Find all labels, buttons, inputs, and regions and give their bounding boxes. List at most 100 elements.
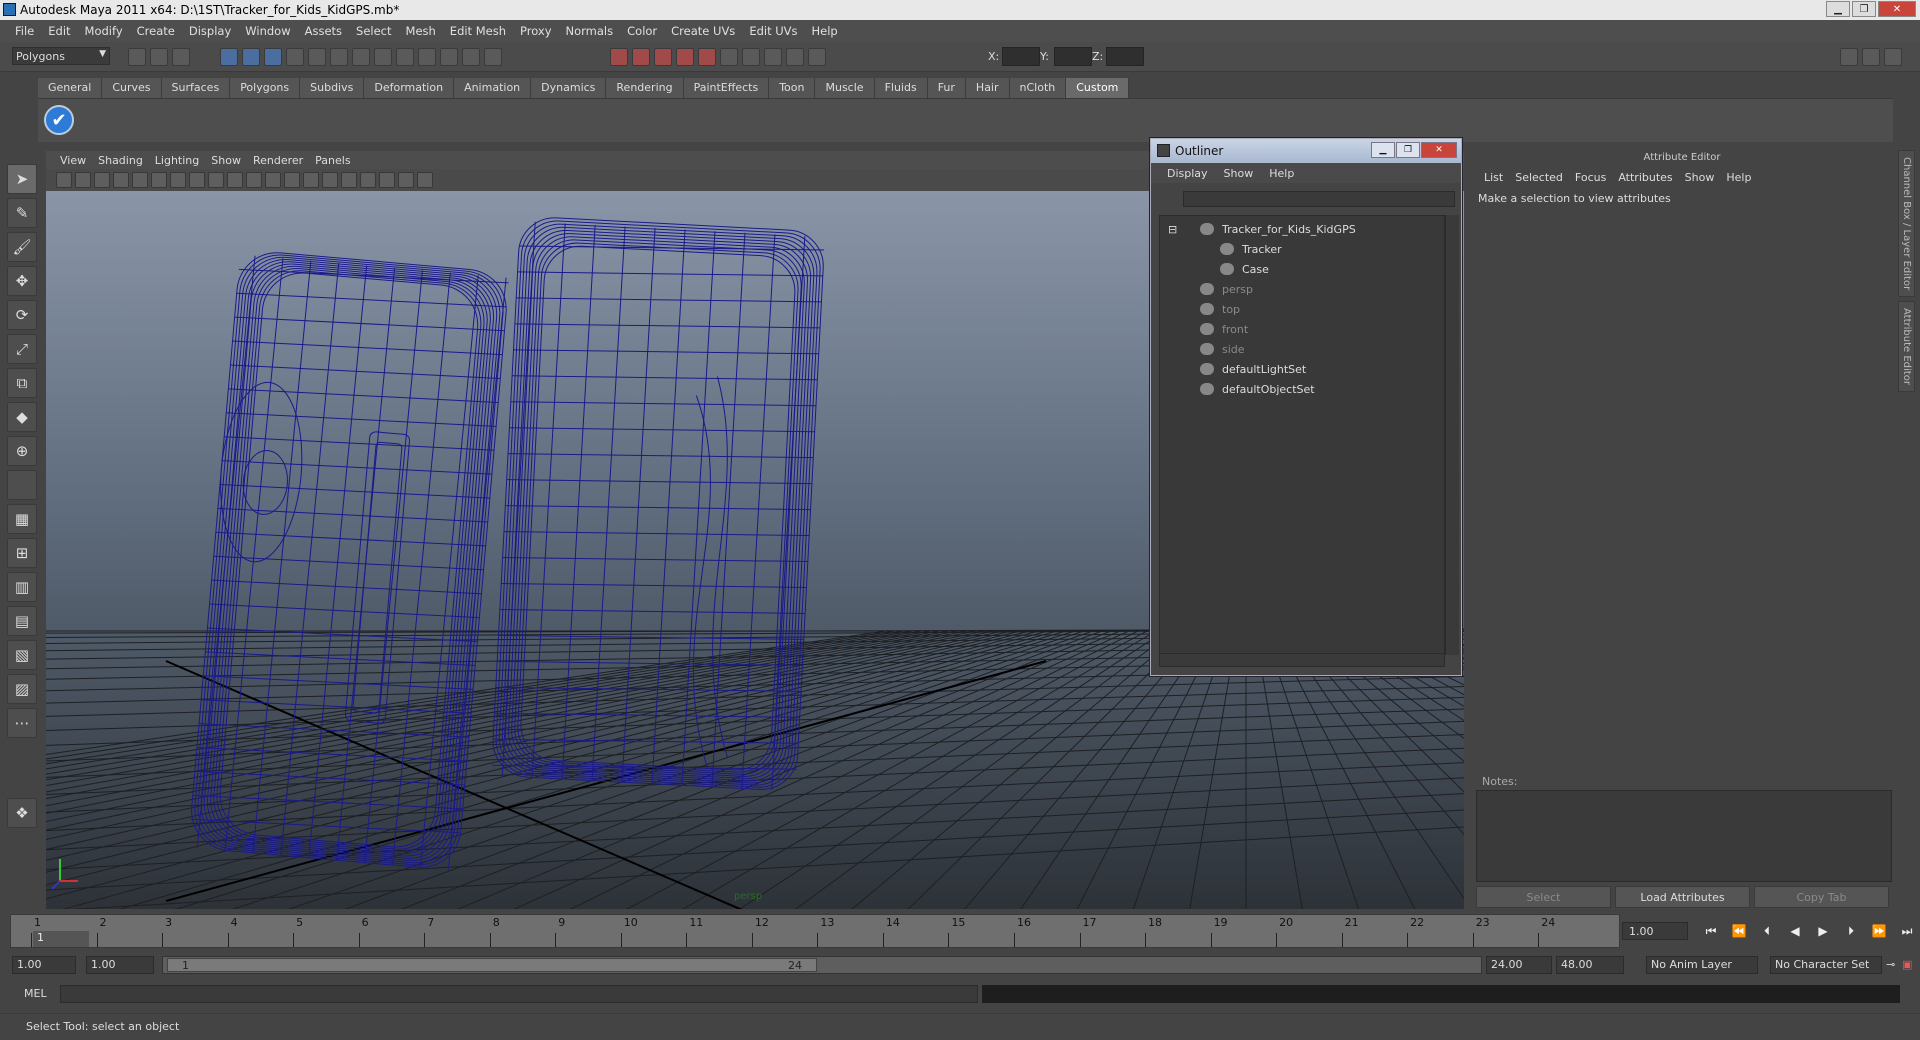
image-plane-icon[interactable] [113, 172, 129, 188]
step-forward-frame-icon[interactable]: ⏵ [1840, 922, 1862, 940]
menu-normals[interactable]: Normals [559, 24, 621, 38]
outliner-item[interactable]: Tracker [1220, 240, 1282, 258]
show-manip-icon[interactable]: ⊕ [7, 436, 37, 466]
shelf-tab-general[interactable]: General [38, 78, 103, 98]
outliner-vertical-scrollbar[interactable] [1445, 215, 1459, 655]
rotate-tool-icon[interactable]: ⟳ [7, 300, 37, 330]
attr-menu-focus[interactable]: Focus [1569, 171, 1612, 184]
maximize-button[interactable]: ❐ [1852, 1, 1876, 17]
viewport-menu-lighting[interactable]: Lighting [149, 154, 205, 167]
attribute-editor-tab[interactable]: Attribute Editor [1898, 301, 1915, 393]
outliner-item[interactable]: defaultObjectSet [1200, 380, 1315, 398]
time-slider[interactable]: 1 2 3 4 5 6 7 8 9 10 11 12 13 14 15 16 17 18 19 20 21 22 23 24 1 [10, 914, 1620, 948]
shadows-icon[interactable] [341, 172, 357, 188]
outliner-item[interactable]: Tracker_for_Kids_KidGPS [1200, 220, 1356, 238]
menu-assets[interactable]: Assets [298, 24, 349, 38]
attr-menu-list[interactable]: List [1478, 171, 1509, 184]
outliner-item[interactable]: Case [1220, 260, 1269, 278]
layout-options-icon[interactable]: ⋯ [7, 708, 37, 738]
outliner-menu-display[interactable]: Display [1159, 167, 1216, 180]
attr-menu-show[interactable]: Show [1679, 171, 1721, 184]
menu-edit-mesh[interactable]: Edit Mesh [443, 24, 513, 38]
key-icon[interactable]: ⊸ [1886, 958, 1895, 971]
outliner-item[interactable]: top [1200, 300, 1240, 318]
close-button[interactable]: ✕ [1878, 1, 1916, 17]
universal-manip-icon[interactable]: ⧉ [7, 368, 37, 398]
character-set-dropdown[interactable]: No Character Set [1770, 956, 1882, 974]
snap-plane-icon[interactable] [374, 48, 392, 66]
outliner-item[interactable]: side [1200, 340, 1245, 358]
x-coord-field[interactable] [1002, 47, 1040, 66]
select-object-icon[interactable] [242, 48, 260, 66]
attr-menu-help[interactable]: Help [1720, 171, 1757, 184]
input-ops-icon[interactable] [484, 48, 502, 66]
anim-layer-dropdown[interactable]: No Anim Layer [1646, 956, 1758, 974]
viewport-menu-renderer[interactable]: Renderer [247, 154, 309, 167]
attr-menu-selected[interactable]: Selected [1509, 171, 1569, 184]
notes-field[interactable] [1476, 790, 1892, 882]
viewport-menu-shading[interactable]: Shading [92, 154, 149, 167]
soft-mod-icon[interactable]: ◆ [7, 402, 37, 432]
menu-create-uvs[interactable]: Create UVs [664, 24, 742, 38]
viewport-menu-panels[interactable]: Panels [309, 154, 356, 167]
copy-tab-button[interactable]: Copy Tab [1754, 886, 1889, 908]
play-forward-icon[interactable]: ▶ [1812, 922, 1834, 940]
custom-shelf-tool-icon[interactable]: ✔ [44, 105, 74, 135]
history-icon[interactable] [418, 48, 436, 66]
grid-layout-icon[interactable] [1884, 48, 1902, 66]
custom-layout-icon[interactable]: ▨ [7, 674, 37, 704]
new-scene-icon[interactable] [128, 48, 146, 66]
minimize-button[interactable]: ▁ [1826, 1, 1850, 17]
snap-curve-icon[interactable] [330, 48, 348, 66]
save-scene-icon[interactable] [172, 48, 190, 66]
current-time-marker[interactable]: 1 [33, 931, 89, 947]
playback-start-field[interactable]: 1.00 [12, 956, 76, 974]
menu-create[interactable]: Create [130, 24, 182, 38]
playback-end-field[interactable]: 48.00 [1556, 956, 1624, 974]
outliner-list[interactable]: Tracker_for_Kids_KidGPS Tracker Case persp t… [1159, 215, 1445, 655]
layer-editor-toggle-icon[interactable] [786, 48, 804, 66]
bookmark-icon[interactable] [94, 172, 110, 188]
render-settings-icon[interactable] [654, 48, 672, 66]
outliner-item[interactable]: defaultLightSet [1200, 360, 1306, 378]
lasso-tool-icon[interactable]: ✎ [7, 198, 37, 228]
y-coord-field[interactable] [1054, 47, 1092, 66]
attr-editor-toggle-icon[interactable] [720, 48, 738, 66]
wireframe-icon[interactable] [265, 172, 281, 188]
mask-icon[interactable] [286, 48, 304, 66]
shelf-tab-curves[interactable]: Curves [102, 78, 162, 98]
persp-outliner-layout-icon[interactable]: ▥ [7, 572, 37, 602]
outliner-horizontal-scrollbar[interactable] [1159, 653, 1445, 667]
select-component-icon[interactable] [264, 48, 282, 66]
resolution-gate-icon[interactable] [170, 172, 186, 188]
camera-select-icon[interactable] [56, 172, 72, 188]
current-frame-field[interactable]: 1.00 [1622, 922, 1688, 940]
safe-title-icon[interactable] [246, 172, 262, 188]
menu-color[interactable]: Color [620, 24, 664, 38]
persp-graph-layout-icon[interactable]: ▤ [7, 606, 37, 636]
snap-point-icon[interactable] [352, 48, 370, 66]
outliner-titlebar[interactable]: Outliner ▁ ❐ ✕ [1151, 139, 1461, 163]
select-tool-icon[interactable]: ➤ [7, 164, 37, 194]
outliner-item[interactable]: front [1200, 320, 1248, 338]
outliner-maximize-button[interactable]: ❐ [1396, 142, 1420, 158]
select-hierarchy-icon[interactable] [220, 48, 238, 66]
hypershade-icon[interactable] [676, 48, 694, 66]
render-frame-icon[interactable] [610, 48, 628, 66]
scale-tool-icon[interactable]: ⤢ [7, 334, 37, 364]
hypershade-layout-icon[interactable]: ▧ [7, 640, 37, 670]
shelf-tab-fluids[interactable]: Fluids [874, 78, 928, 98]
gate-mask-icon[interactable] [189, 172, 205, 188]
render-view-icon[interactable] [698, 48, 716, 66]
grid-toggle-icon[interactable] [132, 172, 148, 188]
xray-joints-icon[interactable] [398, 172, 414, 188]
four-pane-layout-icon[interactable]: ⊞ [7, 538, 37, 568]
field-chart-icon[interactable] [208, 172, 224, 188]
range-handle[interactable]: 1 24 [167, 958, 817, 972]
last-tool-icon[interactable] [7, 470, 37, 500]
anim-end-field[interactable]: 24.00 [1486, 956, 1552, 974]
anim-start-field[interactable]: 1.00 [86, 956, 154, 974]
tool-settings-toggle-icon[interactable] [764, 48, 782, 66]
menu-display[interactable]: Display [182, 24, 238, 38]
shelf-tab-deformation[interactable]: Deformation [364, 78, 455, 98]
